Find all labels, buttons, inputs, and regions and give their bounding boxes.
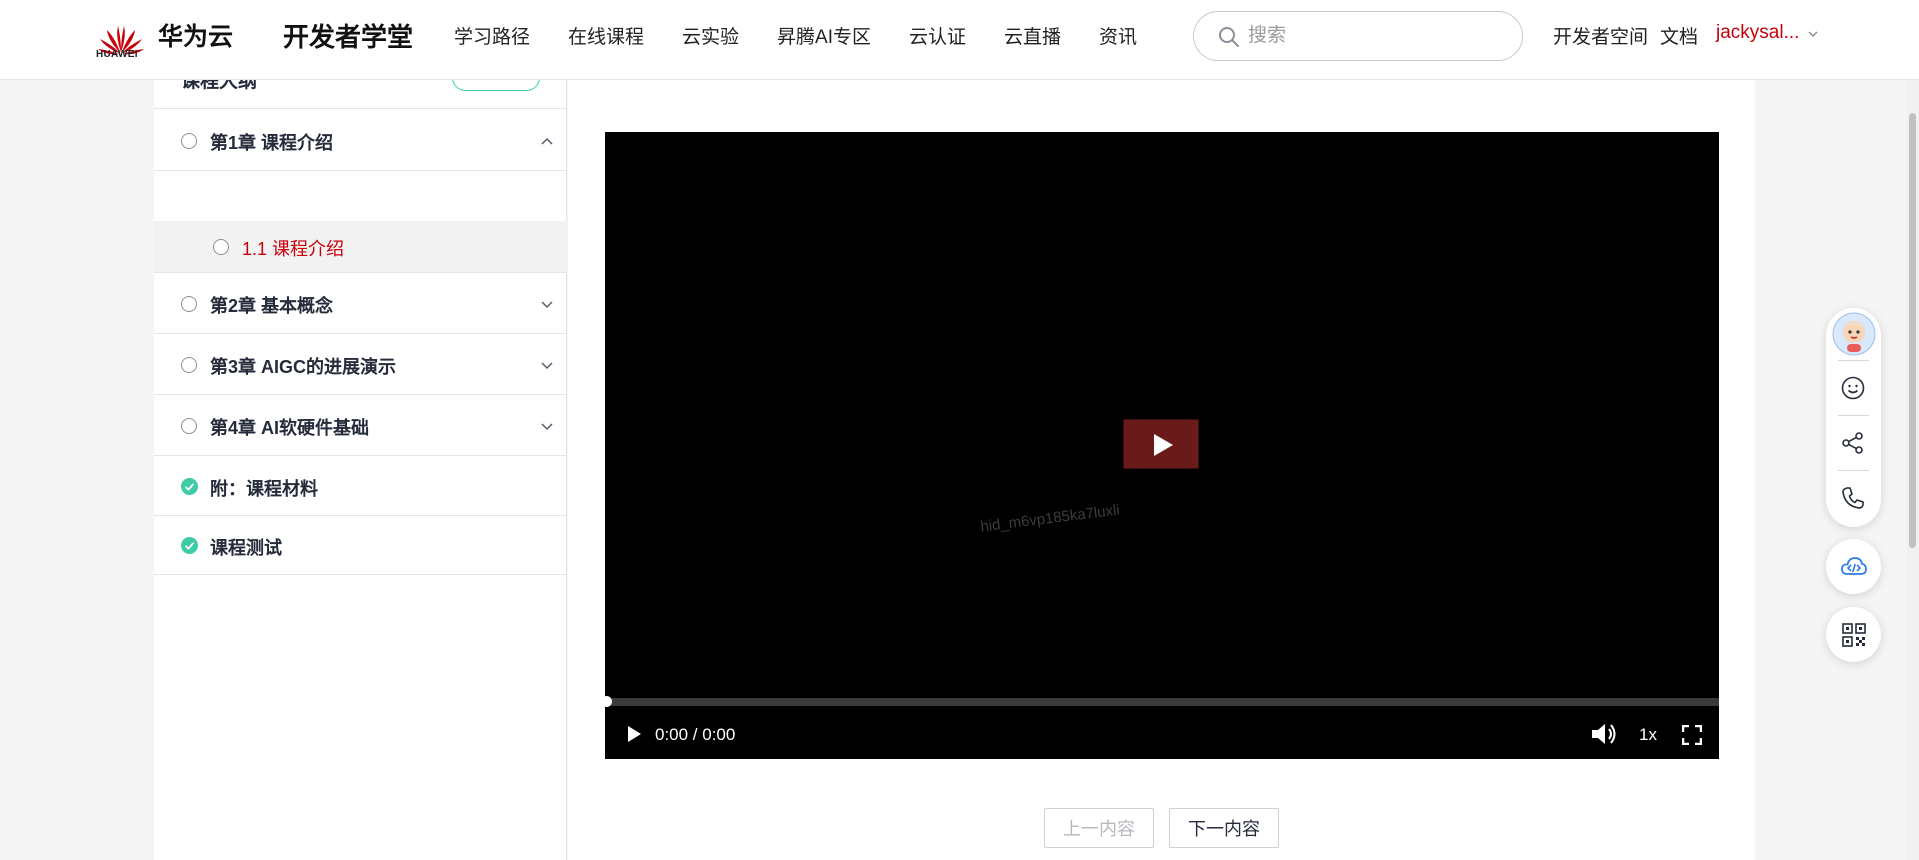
- course-outline-sidebar: 课程大纲 第1章 课程介绍 1.1 课程介绍 第2章 基本概念 第3章 AIGC…: [154, 80, 567, 860]
- unchecked-circle-icon: [181, 357, 197, 373]
- chapter-label: 第3章 AIGC的进展演示: [210, 357, 397, 377]
- play-icon: [1154, 434, 1173, 456]
- unchecked-circle-icon: [181, 296, 197, 312]
- chevron-down-icon[interactable]: [540, 299, 554, 309]
- outline-badge: [452, 80, 540, 91]
- volume-icon[interactable]: [1590, 722, 1618, 746]
- chapter-3[interactable]: 第3章 AIGC的进展演示: [154, 334, 567, 395]
- scrollbar-thumb[interactable]: [1909, 113, 1916, 548]
- user-menu[interactable]: jackysal...: [1716, 22, 1799, 44]
- next-content-button[interactable]: 下一内容: [1169, 808, 1279, 848]
- chapter-materials[interactable]: 附：课程材料: [154, 456, 567, 516]
- logo-text: HUAWEI: [96, 49, 138, 60]
- search-icon: [1219, 27, 1239, 47]
- nav-live[interactable]: 云直播: [1004, 22, 1061, 49]
- big-play-button[interactable]: [1123, 419, 1199, 469]
- qr-code-button[interactable]: [1826, 607, 1881, 662]
- nav-ascend-ai[interactable]: 昇腾AI专区: [777, 22, 871, 49]
- section-1-1[interactable]: 1.1 课程介绍: [154, 221, 567, 273]
- nav-cloud-lab[interactable]: 云实验: [682, 22, 739, 49]
- video-watermark: hid_m6vp185ka7luxli: [979, 501, 1121, 536]
- main-nav: 学习路径 在线课程 云实验 昇腾AI专区 云认证 云直播 资讯: [454, 22, 1175, 49]
- chevron-down-icon[interactable]: [540, 360, 554, 370]
- outline-header: 课程大纲: [154, 80, 567, 109]
- cloud-code-icon: [1841, 557, 1867, 575]
- chapter-label: 第1章 课程介绍: [210, 133, 334, 153]
- chapter-1[interactable]: 第1章 课程介绍: [154, 110, 567, 171]
- chapter-2[interactable]: 第2章 基本概念: [154, 273, 567, 334]
- chevron-down-icon[interactable]: [1807, 28, 1819, 40]
- prev-content-button[interactable]: 上一内容: [1044, 808, 1154, 848]
- fullscreen-icon[interactable]: [1682, 725, 1702, 745]
- chapter-label: 第4章 AI软硬件基础: [210, 418, 370, 438]
- phone-icon[interactable]: [1839, 484, 1867, 512]
- progress-handle[interactable]: [601, 696, 612, 707]
- nav-certification[interactable]: 云认证: [909, 22, 966, 49]
- chapter-label: 附：课程材料: [210, 479, 318, 499]
- nav-news[interactable]: 资讯: [1099, 22, 1137, 49]
- floating-toolbar: [1826, 308, 1881, 527]
- developer-space-link[interactable]: 开发者空间: [1553, 22, 1648, 49]
- time-display: 0:00 / 0:00: [655, 725, 736, 744]
- docs-link[interactable]: 文档: [1660, 22, 1698, 49]
- smile-icon[interactable]: [1839, 374, 1867, 402]
- divider: [1838, 360, 1869, 361]
- outline-title: 课程大纲: [181, 80, 258, 92]
- top-header: HUAWEI 华为云 开发者学堂 学习路径 在线课程 云实验 昇腾AI专区 云认…: [0, 0, 1919, 80]
- check-circle-icon: [181, 537, 198, 554]
- cloud-code-button[interactable]: [1826, 539, 1881, 594]
- search-box[interactable]: [1193, 11, 1523, 61]
- chapter-quiz[interactable]: 课程测试: [154, 516, 567, 575]
- play-icon[interactable]: [625, 724, 643, 744]
- nav-online-courses[interactable]: 在线课程: [568, 22, 644, 49]
- unchecked-circle-icon: [181, 418, 197, 434]
- playback-speed[interactable]: 1x: [1639, 725, 1657, 745]
- search-input[interactable]: [1248, 22, 1508, 50]
- page-scrollbar[interactable]: [1906, 80, 1919, 860]
- chevron-up-icon[interactable]: [540, 136, 554, 146]
- brand-name[interactable]: 华为云: [158, 17, 233, 53]
- unchecked-circle-icon: [181, 133, 197, 149]
- qr-code-icon: [1842, 623, 1866, 647]
- section-label: 1.1 课程介绍: [242, 239, 345, 259]
- divider: [1838, 415, 1869, 416]
- chapter-4[interactable]: 第4章 AI软硬件基础: [154, 395, 567, 456]
- progress-bar[interactable]: [601, 696, 1719, 707]
- chapter-label: 第2章 基本概念: [210, 296, 334, 316]
- chapter-label: 课程测试: [210, 538, 282, 558]
- unchecked-circle-icon: [213, 239, 229, 255]
- video-player[interactable]: hid_m6vp185ka7luxli 0:00 / 0:00 1x: [601, 132, 1719, 759]
- divider: [1838, 470, 1869, 471]
- avatar-icon[interactable]: [1832, 312, 1876, 356]
- share-icon[interactable]: [1839, 429, 1867, 457]
- nav-learning-path[interactable]: 学习路径: [454, 22, 530, 49]
- chevron-down-icon[interactable]: [540, 421, 554, 431]
- check-circle-icon: [181, 478, 198, 495]
- academy-title[interactable]: 开发者学堂: [283, 17, 413, 54]
